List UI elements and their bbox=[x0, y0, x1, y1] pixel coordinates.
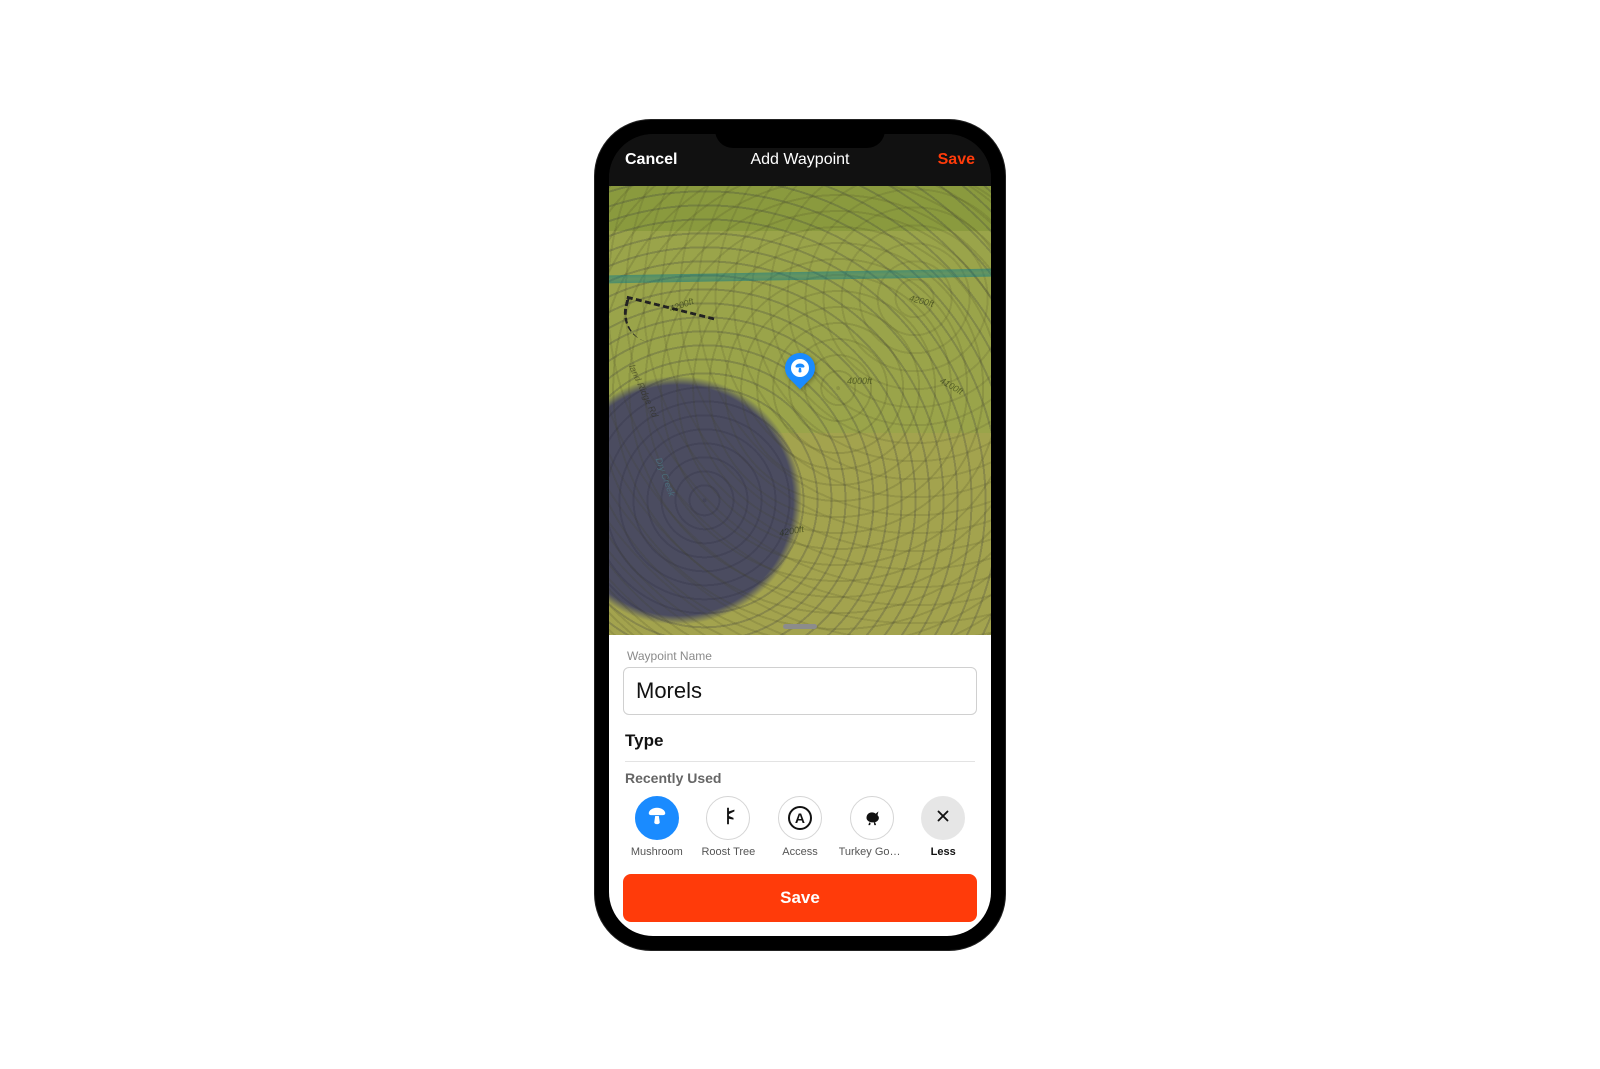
waypoint-name-input[interactable] bbox=[623, 667, 977, 715]
recent-types-row: Mushroom Roost Tree A Access bbox=[623, 796, 977, 858]
type-chip-label: Less bbox=[931, 846, 956, 858]
contour-label: 4200ft bbox=[778, 523, 804, 537]
cancel-button[interactable]: Cancel bbox=[625, 151, 677, 169]
type-chip-label: Access bbox=[782, 846, 817, 858]
close-icon bbox=[934, 807, 952, 828]
contour-label: 4200ft bbox=[908, 292, 935, 308]
type-chip-access[interactable]: A Access bbox=[766, 796, 834, 858]
type-chip-turkey-gobble[interactable]: Turkey Gob... bbox=[838, 796, 906, 858]
map-view[interactable]: 4200ft 4200ft 4000ft 4100ft 4200ft 4000f… bbox=[609, 186, 991, 635]
type-chip-label: Turkey Gob... bbox=[839, 846, 905, 858]
nav-save-button[interactable]: Save bbox=[938, 151, 975, 169]
road-label: land Ridge Rd bbox=[627, 363, 660, 419]
type-chip-mushroom[interactable]: Mushroom bbox=[623, 796, 691, 858]
type-chip-label: Mushroom bbox=[631, 846, 683, 858]
sheet-grab-handle[interactable] bbox=[783, 624, 817, 629]
creek-label: Dry Creek bbox=[654, 456, 677, 497]
waypoint-name-label: Waypoint Name bbox=[627, 649, 973, 663]
mushroom-icon bbox=[646, 805, 668, 830]
contour-label: 4100ft bbox=[938, 375, 965, 396]
app-screen: Cancel Add Waypoint Save 4200ft 4200ft 4… bbox=[609, 134, 991, 936]
access-icon: A bbox=[788, 806, 812, 830]
phone-notch bbox=[715, 120, 885, 148]
turkey-icon bbox=[861, 805, 883, 830]
mushroom-icon bbox=[791, 359, 809, 377]
contour-label: 4000ft bbox=[847, 376, 872, 386]
map-road bbox=[609, 268, 991, 283]
type-chip-less[interactable]: Less bbox=[909, 796, 977, 858]
type-chip-label: Roost Tree bbox=[701, 846, 755, 858]
map-trail bbox=[617, 295, 714, 356]
type-chip-roost-tree[interactable]: Roost Tree bbox=[695, 796, 763, 858]
save-button[interactable]: Save bbox=[623, 874, 977, 922]
recently-used-heading: Recently Used bbox=[625, 770, 975, 786]
waypoint-pin[interactable] bbox=[785, 353, 815, 383]
roost-tree-icon bbox=[717, 805, 739, 830]
type-heading: Type bbox=[625, 731, 975, 762]
phone-frame: Cancel Add Waypoint Save 4200ft 4200ft 4… bbox=[595, 120, 1005, 950]
bottom-sheet: Waypoint Name Type Recently Used Mushroo… bbox=[609, 635, 991, 936]
